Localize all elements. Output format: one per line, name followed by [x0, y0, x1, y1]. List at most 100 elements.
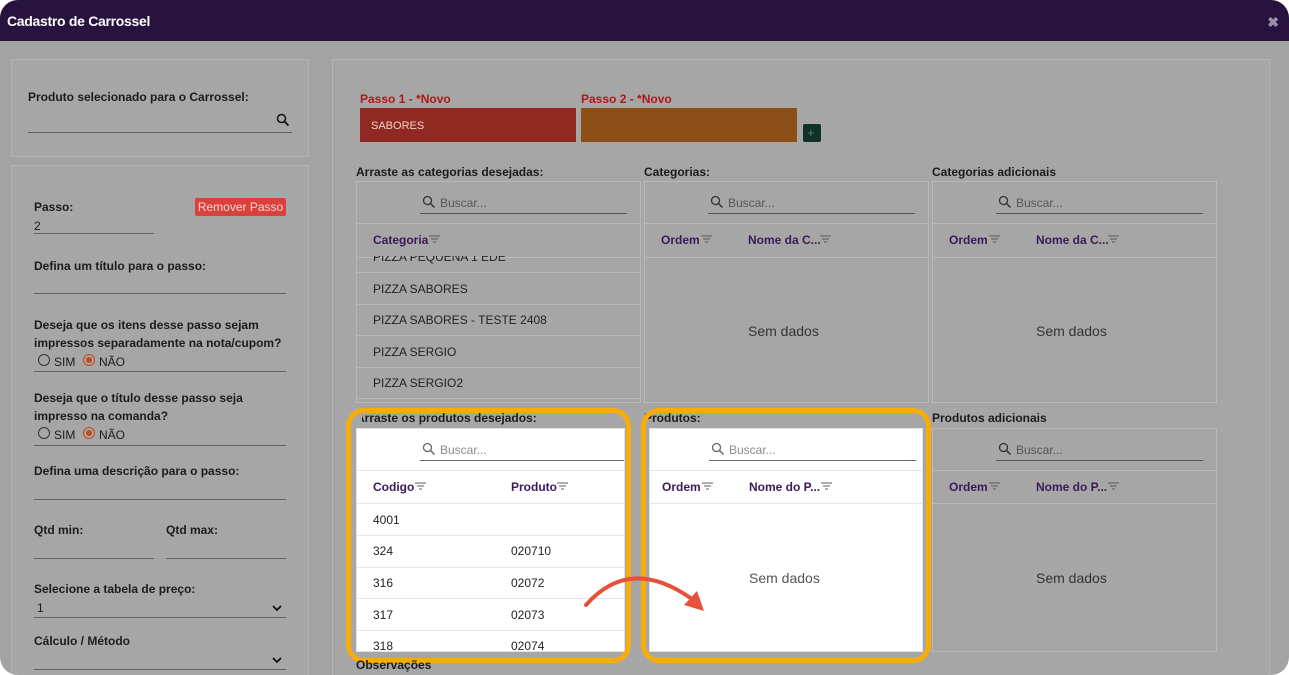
search-icon: [998, 442, 1012, 456]
search-icon: [710, 195, 724, 209]
row-divider: [357, 272, 640, 273]
col-header-nome-categoria[interactable]: Nome da C...: [1036, 233, 1109, 247]
search-underline: [420, 213, 627, 214]
arraste-categorias-title: Arraste as categorias desejadas:: [356, 165, 544, 179]
produto-panel: [11, 59, 309, 157]
step-1-box[interactable]: SABORES: [360, 108, 576, 142]
search-input[interactable]: Buscar...: [1016, 196, 1063, 210]
impressos-nao-label: NÃO: [99, 355, 126, 369]
produto-input[interactable]: [28, 132, 292, 133]
grid-divider: [933, 257, 1216, 258]
row-divider: [357, 398, 640, 399]
passo-input[interactable]: [34, 233, 154, 234]
filter-icon[interactable]: [1108, 482, 1119, 490]
qtd-min-input[interactable]: [34, 558, 154, 559]
row-divider: [357, 304, 640, 305]
remover-passo-button[interactable]: Remover Passo: [195, 198, 286, 216]
empty-state: Sem dados: [748, 323, 819, 339]
highlight-frame-target: [641, 408, 931, 663]
grid-divider: [933, 503, 1216, 504]
produto-label: Produto selecionado para o Carrossel:: [28, 90, 249, 104]
col-header-nome-categoria[interactable]: Nome da C...: [748, 233, 821, 247]
calculo-label: Cálculo / Método: [34, 634, 130, 648]
comanda-sim-radio[interactable]: [38, 427, 50, 439]
empty-state: Sem dados: [1036, 323, 1107, 339]
qtd-max-input[interactable]: [166, 558, 286, 559]
search-underline: [996, 460, 1203, 461]
chevron-down-icon[interactable]: [272, 655, 282, 665]
impressos-nao-radio[interactable]: [83, 354, 95, 366]
list-item[interactable]: PIZZA SERGIO2: [373, 376, 463, 390]
impressos-label-line1: Deseja que os itens desse passo sejam: [34, 318, 259, 332]
calculo-select[interactable]: [34, 669, 286, 670]
col-header-nome-produto[interactable]: Nome do P...: [1036, 480, 1107, 494]
descricao-input[interactable]: [34, 499, 286, 500]
col-header-ordem[interactable]: Ordem: [949, 480, 988, 494]
add-step-button[interactable]: [803, 124, 821, 142]
filter-icon[interactable]: [1108, 235, 1119, 243]
chevron-down-icon[interactable]: [272, 603, 282, 613]
tabela-select[interactable]: [34, 617, 286, 618]
search-input[interactable]: Buscar...: [440, 196, 487, 210]
comanda-sim-label: SIM: [54, 428, 76, 442]
filter-icon[interactable]: [429, 235, 440, 243]
categorias-title: Categorias:: [644, 165, 711, 179]
impressos-sim-radio[interactable]: [38, 354, 50, 366]
modal-window: Cadastro de Carrossel ✖ Produto selecion…: [0, 0, 1289, 675]
filter-icon[interactable]: [989, 482, 1000, 490]
filter-icon[interactable]: [701, 235, 712, 243]
titulo-label: Defina um título para o passo:: [34, 259, 207, 273]
search-icon: [998, 195, 1012, 209]
filter-icon[interactable]: [820, 235, 831, 243]
comanda-label-line1: Deseja que o título desse passo seja: [34, 391, 243, 405]
empty-state: Sem dados: [1036, 570, 1107, 586]
filter-icon[interactable]: [989, 235, 1000, 243]
title-bar: Cadastro de Carrossel ✖: [0, 0, 1289, 41]
step-2-label: Passo 2 - *Novo: [581, 92, 672, 106]
grid-divider: [645, 223, 928, 224]
window-title: Cadastro de Carrossel: [7, 13, 151, 29]
step-1-label: Passo 1 - *Novo: [360, 92, 451, 106]
col-header-categoria[interactable]: Categoria: [373, 233, 428, 247]
categorias-adicionais-title: Categorias adicionais: [932, 165, 1057, 179]
categorias-adicionais-grid: Buscar... Ordem Nome da C... Sem dados: [932, 181, 1217, 403]
passo-value[interactable]: 2: [34, 219, 41, 233]
search-input[interactable]: Buscar...: [1016, 443, 1063, 457]
search-icon[interactable]: [276, 113, 290, 127]
grid-divider: [933, 470, 1216, 471]
list-item[interactable]: PIZZA SERGIO: [373, 345, 456, 359]
col-header-ordem[interactable]: Ordem: [661, 233, 700, 247]
produtos-adicionais-title: Produtos adicionais: [932, 411, 1047, 425]
search-icon: [422, 195, 436, 209]
step-1-name: SABORES: [371, 120, 425, 132]
search-underline: [708, 213, 915, 214]
impressos-label-line2: impressos separadamente na nota/cupom?: [34, 336, 282, 350]
impressos-sim-label: SIM: [54, 355, 76, 369]
qtd-max-label: Qtd max:: [166, 523, 219, 537]
descricao-label: Defina uma descrição para o passo:: [34, 464, 240, 478]
row-divider: [357, 367, 640, 368]
col-header-ordem[interactable]: Ordem: [949, 233, 988, 247]
search-input[interactable]: Buscar...: [728, 196, 775, 210]
highlight-frame-source: [346, 408, 631, 663]
tabela-label: Selecione a tabela de preço:: [34, 582, 196, 596]
list-item[interactable]: PIZZA SABORES - TESTE 2408: [373, 313, 547, 327]
titulo-input[interactable]: [34, 293, 286, 294]
list-item[interactable]: PIZZA SABORES: [373, 282, 468, 296]
grid-divider: [645, 257, 928, 258]
categorias-source-grid: Buscar... Categoria PIZZA PEQUENA 1 EDE …: [356, 181, 641, 403]
list-item[interactable]: PIZZA PEQUENA 1 EDE: [373, 256, 506, 264]
observacoes-title: Observações: [356, 658, 432, 672]
row-divider: [357, 335, 640, 336]
drag-arrow-icon: [584, 576, 704, 611]
tabela-value[interactable]: 1: [37, 601, 44, 615]
impressos-underline: [34, 371, 286, 372]
comanda-nao-radio[interactable]: [83, 427, 95, 439]
close-icon[interactable]: ✖: [1267, 14, 1279, 31]
search-underline: [996, 213, 1203, 214]
step-2-box[interactable]: [581, 108, 797, 142]
comanda-underline: [34, 445, 286, 446]
produtos-adicionais-grid: Buscar... Ordem Nome do P... Sem dados: [932, 428, 1217, 652]
qtd-min-label: Qtd min:: [34, 523, 84, 537]
grid-divider: [933, 223, 1216, 224]
